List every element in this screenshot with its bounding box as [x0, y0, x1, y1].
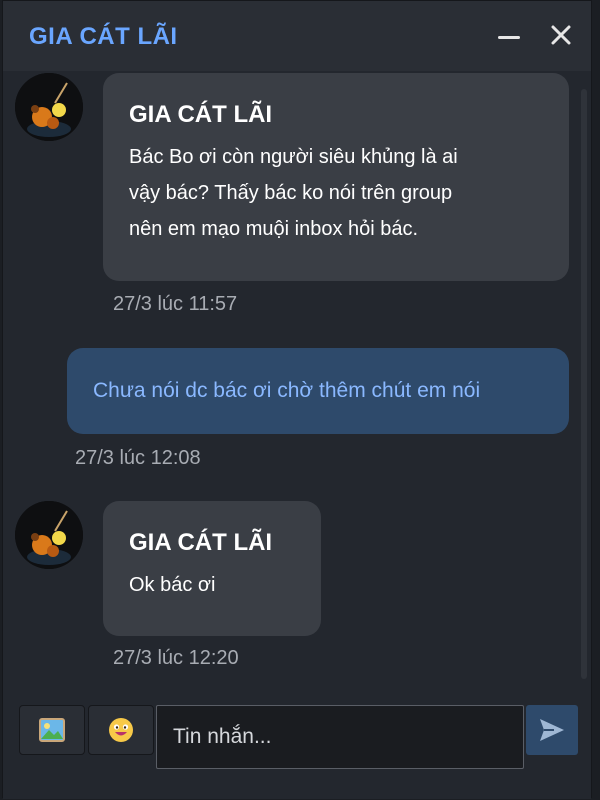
message-line: vậy bác? Thấy bác ko nói trên group [129, 182, 453, 204]
composer [3, 691, 591, 799]
message-sender: GIA CÁT LÃI [129, 529, 273, 556]
message-timestamp: 27/3 lúc 12:20 [113, 647, 239, 669]
message-list[interactable]: GIA CÁT LÃI Bác Bo ơi còn người siêu khủ… [3, 71, 578, 686]
chat-header: GIA CÁT LÃI [3, 1, 591, 71]
message-bubble-incoming: GIA CÁT LÃI Ok bác ơi [103, 501, 321, 636]
message-text: Bác Bo ơi còn người siêu khủng là ai vậy… [129, 139, 543, 247]
emoji-button[interactable] [88, 705, 154, 755]
send-icon [540, 719, 564, 741]
message-bubble-outgoing: Chưa nói dc bác ơi chờ thêm chút em nói [67, 348, 569, 434]
scrollbar[interactable] [581, 89, 587, 679]
message-input[interactable] [156, 705, 524, 769]
message-line: nên em mạo muội inbox hỏi bác. [129, 218, 419, 240]
avatar-image [15, 73, 83, 141]
avatar[interactable] [15, 73, 83, 141]
attach-image-button[interactable] [19, 705, 85, 755]
close-button[interactable] [545, 19, 577, 51]
message-timestamp: 27/3 lúc 11:57 [113, 293, 238, 315]
avatar-image [15, 501, 83, 569]
minimize-button[interactable] [493, 19, 525, 51]
chat-window: GIA CÁT LÃI GIA CÁT LÃI Bác Bo ơi còn ng… [2, 0, 592, 799]
message-line: Bác Bo ơi còn người siêu khủng là ai [129, 146, 458, 168]
avatar[interactable] [15, 501, 83, 569]
close-icon [551, 25, 571, 45]
send-button[interactable] [526, 705, 578, 755]
image-icon [39, 718, 65, 742]
minimize-icon [498, 35, 520, 39]
message-line: Ok bác ơi [129, 574, 216, 596]
message-bubble-incoming: GIA CÁT LÃI Bác Bo ơi còn người siêu khủ… [103, 73, 569, 281]
message-text: Chưa nói dc bác ơi chờ thêm chút em nói [93, 379, 481, 402]
message-sender: GIA CÁT LÃI [129, 101, 273, 128]
message-text: Ok bác ơi [129, 567, 295, 603]
message-timestamp: 27/3 lúc 12:08 [75, 447, 201, 469]
emoji-icon [109, 718, 133, 742]
chat-title: GIA CÁT LÃI [29, 23, 178, 50]
